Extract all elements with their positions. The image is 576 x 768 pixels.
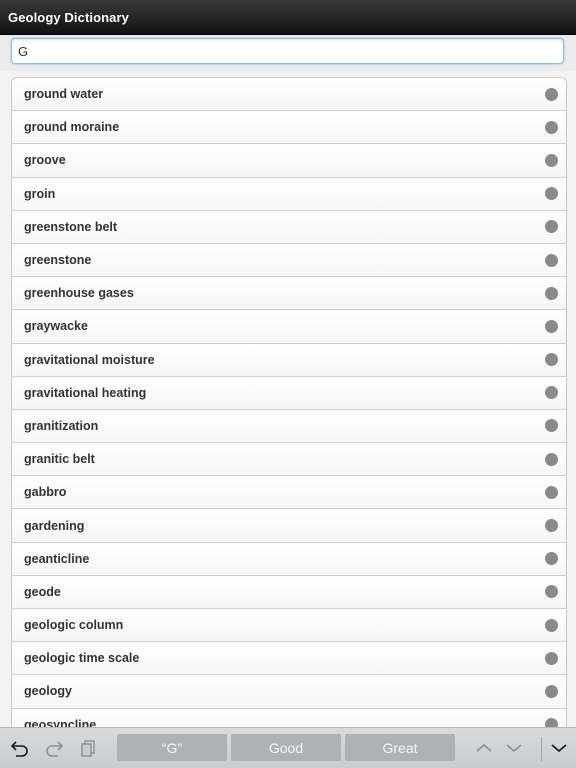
suggestion-great[interactable]: Great bbox=[345, 734, 455, 761]
status-dot-icon bbox=[545, 253, 558, 267]
search-input[interactable] bbox=[11, 38, 564, 64]
list-item[interactable]: gravitational moisture bbox=[12, 343, 566, 377]
toolbar-divider bbox=[541, 737, 542, 761]
list-item[interactable]: geologic time scale bbox=[12, 642, 566, 676]
list-item-label: geologic column bbox=[24, 618, 124, 633]
list-item[interactable]: ground moraine bbox=[12, 111, 566, 145]
keyboard-shortcut-bar: “G” Good Great bbox=[0, 727, 576, 768]
list-item-label: granitization bbox=[24, 418, 99, 433]
status-dot-icon bbox=[545, 585, 558, 599]
list-item[interactable]: geode bbox=[12, 575, 566, 609]
list-item-label: gravitational moisture bbox=[24, 352, 155, 367]
list-item-label: ground water bbox=[24, 87, 104, 102]
status-dot-icon bbox=[545, 386, 558, 400]
status-dot-icon bbox=[545, 519, 558, 533]
search-bar bbox=[0, 35, 576, 71]
list-item[interactable]: greenhouse gases bbox=[12, 277, 566, 311]
list-item-label: geologic time scale bbox=[24, 651, 140, 666]
list-item-label: groove bbox=[24, 153, 66, 168]
list-item-label: gravitational heating bbox=[24, 385, 147, 400]
title-bar: Geology Dictionary bbox=[0, 0, 576, 35]
status-dot-icon bbox=[545, 120, 558, 134]
list-item-label: geology bbox=[24, 684, 72, 699]
list-item-label: greenstone bbox=[24, 253, 92, 268]
app-window: Geology Dictionary ground water ground m… bbox=[0, 0, 576, 768]
suggestion-good[interactable]: Good bbox=[231, 734, 341, 761]
list-item[interactable]: groove bbox=[12, 144, 566, 178]
status-dot-icon bbox=[545, 651, 558, 665]
status-dot-icon bbox=[545, 319, 558, 333]
status-dot-icon bbox=[545, 153, 558, 167]
status-dot-icon bbox=[545, 286, 558, 300]
list-item[interactable]: geology bbox=[12, 675, 566, 709]
list-item[interactable]: geosyncline bbox=[12, 708, 566, 728]
status-dot-icon bbox=[545, 419, 558, 433]
list-item[interactable]: geologic column bbox=[12, 609, 566, 643]
status-dot-icon bbox=[545, 618, 558, 632]
status-dot-icon bbox=[545, 452, 558, 466]
status-dot-icon bbox=[545, 485, 558, 499]
list-item-label: greenhouse gases bbox=[24, 286, 134, 301]
paste-icon[interactable] bbox=[76, 736, 100, 760]
list-item[interactable]: greenstone bbox=[12, 243, 566, 278]
list-item-label: gabbro bbox=[24, 485, 67, 500]
status-dot-icon bbox=[545, 187, 558, 201]
status-dot-icon bbox=[545, 353, 558, 367]
list-item-label: greenstone belt bbox=[24, 219, 118, 234]
list-item[interactable]: gravitational heating bbox=[12, 376, 566, 410]
list-item-label: gardening bbox=[24, 518, 85, 533]
list-item-label: geanticline bbox=[24, 551, 90, 566]
status-dot-icon bbox=[545, 220, 558, 234]
undo-icon[interactable] bbox=[8, 736, 32, 760]
list-item[interactable]: ground water bbox=[12, 78, 566, 112]
dismiss-keyboard-icon[interactable] bbox=[547, 736, 571, 760]
status-dot-icon bbox=[545, 552, 558, 566]
list-item[interactable]: granitization bbox=[12, 409, 566, 444]
list-item[interactable]: gardening bbox=[12, 509, 566, 543]
chevron-down-icon[interactable] bbox=[502, 736, 526, 760]
list-item[interactable]: gabbro bbox=[12, 476, 566, 510]
status-dot-icon bbox=[545, 684, 558, 698]
redo-icon[interactable] bbox=[42, 736, 66, 760]
list-item-label: granitic belt bbox=[24, 452, 95, 467]
chevron-up-icon[interactable] bbox=[472, 736, 496, 760]
suggestion-quoted[interactable]: “G” bbox=[117, 734, 227, 761]
list-item[interactable]: geanticline bbox=[12, 542, 566, 576]
list-item[interactable]: greenstone belt bbox=[12, 210, 566, 244]
list-item[interactable]: graywacke bbox=[12, 310, 566, 344]
list-item-label: ground moraine bbox=[24, 120, 120, 135]
list-item[interactable]: granitic belt bbox=[12, 443, 566, 477]
app-title: Geology Dictionary bbox=[8, 9, 129, 25]
list-item[interactable]: groin bbox=[12, 177, 566, 211]
list-item-label: graywacke bbox=[24, 319, 88, 334]
results-list[interactable]: ground water ground moraine groove groin… bbox=[11, 77, 567, 728]
list-item-label: groin bbox=[24, 186, 56, 201]
status-dot-icon bbox=[545, 87, 558, 101]
list-item-label: geode bbox=[24, 584, 61, 599]
